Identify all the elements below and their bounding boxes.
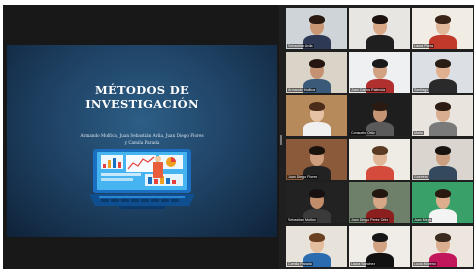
screen-share-area: MÉTODOS DE INVESTIGACIÓN Armando Molfica… (3, 5, 279, 269)
participant-video-person (426, 95, 460, 136)
participant-video-tile[interactable] (286, 95, 347, 136)
panel-resize-handle[interactable] (280, 135, 282, 145)
participant-video-person (426, 139, 460, 180)
participant-name-label: Juan Mejia (413, 218, 433, 222)
participant-video-person (363, 182, 397, 223)
participant-video-person (300, 182, 334, 223)
participant-video-person (426, 226, 460, 267)
participant-name-label: Laura Parra (413, 44, 434, 48)
participant-name-label: Camila Parada (287, 261, 313, 266)
participant-video-tile[interactable]: Sebastián Avila (286, 8, 347, 49)
participant-video-person (300, 139, 334, 180)
participant-video-person (300, 52, 334, 93)
slide-authors-line-2: y Camila Parada (124, 140, 160, 145)
participant-name-label: Santiago (413, 87, 430, 92)
participant-name-label: Sebastian Muñoz (287, 218, 317, 222)
participant-video-person (426, 182, 460, 223)
participant-video-tile[interactable]: Sebastian Muñoz (286, 182, 347, 223)
participant-video-person (426, 52, 460, 93)
slide-authors-line-1: Armando Molfica, Juan Sebastián Avila, J… (80, 133, 204, 138)
participant-video-tile[interactable]: Consuelo Ortiz (349, 95, 410, 136)
slide-authors: Armando Molfica, Juan Sebastián Avila, J… (65, 132, 219, 146)
participant-video-tile[interactable]: Juan Carlos Palencia (349, 51, 410, 93)
participant-name-label: Juan Carlos Palencia (350, 87, 386, 92)
participant-name-label: Sebastián Avila (287, 44, 314, 48)
participant-video-tile[interactable]: Laura Parra (412, 8, 473, 49)
participant-video-person (300, 226, 334, 267)
participant-video-tile[interactable]: Juan Diego Perez Ortiz (349, 182, 410, 223)
participant-video-tile[interactable]: Lucia Moreno (412, 225, 473, 267)
slide-title-line-1: MÉTODOS DE (94, 83, 190, 97)
participant-video-tile[interactable]: Armando Molfica (286, 51, 347, 93)
participant-video-tile[interactable]: Juan Mejia (412, 182, 473, 223)
participant-video-person (300, 95, 334, 136)
slide-title-line-2: INVESTIGACIÓN (85, 97, 199, 111)
participant-name-label: Juan Diego Perez Ortiz (350, 218, 390, 222)
participant-video-tile[interactable]: Camila Parada (286, 225, 347, 267)
participant-video-person (363, 95, 397, 136)
participant-video-tile[interactable]: Juan Diego Flores (286, 138, 347, 180)
participant-video-tile[interactable]: Laura Sanchez (349, 225, 410, 267)
participant-name-label: Maria (413, 131, 424, 135)
slide-title: MÉTODOS DE INVESTIGACIÓN (7, 83, 277, 111)
participant-video-tile[interactable]: Maria (412, 95, 473, 136)
participant-video-person (363, 139, 397, 180)
participant-name-label: Juan Diego Flores (287, 174, 319, 179)
participant-name-label: Gabriela (413, 174, 429, 179)
participant-name-label: Armando Molfica (287, 87, 316, 92)
laptop-dashboard-illustration (89, 149, 195, 209)
participant-name-label: Lucia Moreno (413, 261, 437, 266)
participant-name-label: Consuelo Ortiz (350, 131, 376, 135)
participant-video-person (426, 8, 460, 49)
shared-slide: MÉTODOS DE INVESTIGACIÓN Armando Molfica… (7, 45, 277, 237)
participant-video-tile[interactable] (349, 8, 410, 49)
participant-video-person (363, 8, 397, 49)
participant-video-tile[interactable]: Gabriela (412, 138, 473, 180)
participant-video-person (363, 226, 397, 267)
participant-gallery: Sebastián Avila Laura Parra Armando Molfic… (286, 8, 474, 269)
participant-video-tile[interactable]: Santiago (412, 51, 473, 93)
participant-video-person (363, 52, 397, 93)
participant-video-tile[interactable] (349, 138, 410, 180)
participant-name-label: Laura Sanchez (350, 261, 377, 266)
meeting-window: MÉTODOS DE INVESTIGACIÓN Armando Molfica… (3, 5, 474, 269)
participant-video-person (300, 8, 334, 49)
